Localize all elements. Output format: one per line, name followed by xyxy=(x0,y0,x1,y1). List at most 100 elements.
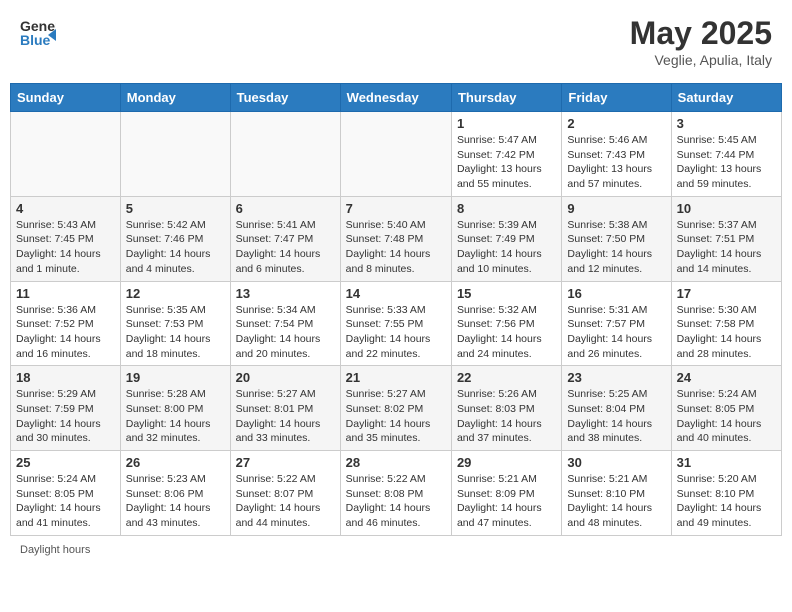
column-header-wednesday: Wednesday xyxy=(340,84,451,112)
day-number: 29 xyxy=(457,455,556,470)
calendar-cell: 10 Sunrise: 5:37 AM Sunset: 7:51 PM Dayli… xyxy=(671,196,781,281)
calendar-cell xyxy=(230,112,340,197)
day-number: 17 xyxy=(677,286,776,301)
calendar-cell: 24 Sunrise: 5:24 AM Sunset: 8:05 PM Dayli… xyxy=(671,366,781,451)
calendar-cell: 30 Sunrise: 5:21 AM Sunset: 8:10 PM Dayli… xyxy=(562,451,671,536)
day-number: 19 xyxy=(126,370,225,385)
calendar-cell: 3 Sunrise: 5:45 AM Sunset: 7:44 PM Daylig… xyxy=(671,112,781,197)
day-info: Sunrise: 5:25 AM Sunset: 8:04 PM Dayligh… xyxy=(567,387,665,446)
calendar-header-row: SundayMondayTuesdayWednesdayThursdayFrid… xyxy=(11,84,782,112)
day-number: 26 xyxy=(126,455,225,470)
column-header-tuesday: Tuesday xyxy=(230,84,340,112)
calendar-cell: 26Sunrise: 5:23 AM Sunset: 8:06 PM Dayli… xyxy=(120,451,230,536)
calendar-cell: 16Sunrise: 5:31 AM Sunset: 7:57 PM Dayli… xyxy=(562,281,671,366)
calendar-cell: 13Sunrise: 5:34 AM Sunset: 7:54 PM Dayli… xyxy=(230,281,340,366)
calendar-cell: 19 Sunrise: 5:28 AM Sunset: 8:00 PM Dayli… xyxy=(120,366,230,451)
day-number: 3 xyxy=(677,116,776,131)
day-info: Sunrise: 5:34 AM Sunset: 7:54 PM Dayligh… xyxy=(236,303,335,362)
day-info: Sunrise: 5:28 AM Sunset: 8:00 PM Dayligh… xyxy=(126,387,225,446)
day-number: 16 xyxy=(567,286,665,301)
day-number: 10 xyxy=(677,201,776,216)
svg-text:Blue: Blue xyxy=(20,32,51,48)
day-number: 11 xyxy=(16,286,115,301)
day-number: 4 xyxy=(16,201,115,216)
calendar-cell: 18 Sunrise: 5:29 AM Sunset: 7:59 PM Dayli… xyxy=(11,366,121,451)
logo-icon: General Blue xyxy=(20,15,56,56)
day-number: 23 xyxy=(567,370,665,385)
column-header-saturday: Saturday xyxy=(671,84,781,112)
column-header-monday: Monday xyxy=(120,84,230,112)
calendar-table: SundayMondayTuesdayWednesdayThursdayFrid… xyxy=(10,83,782,536)
column-header-sunday: Sunday xyxy=(11,84,121,112)
calendar-footer: Daylight hours xyxy=(10,542,782,558)
calendar-cell: 21 Sunrise: 5:27 AM Sunset: 8:02 PM Dayli… xyxy=(340,366,451,451)
day-number: 30 xyxy=(567,455,665,470)
day-number: 27 xyxy=(236,455,335,470)
calendar-cell: 31 Sunrise: 5:20 AM Sunset: 8:10 PM Dayli… xyxy=(671,451,781,536)
calendar-cell xyxy=(120,112,230,197)
day-info: Sunrise: 5:20 AM Sunset: 8:10 PM Dayligh… xyxy=(677,472,776,531)
day-info: Sunrise: 5:47 AM Sunset: 7:42 PM Dayligh… xyxy=(457,133,556,192)
day-info: Sunrise: 5:40 AM Sunset: 7:48 PM Dayligh… xyxy=(346,218,446,277)
day-info: Sunrise: 5:21 AM Sunset: 8:10 PM Dayligh… xyxy=(567,472,665,531)
calendar-cell xyxy=(340,112,451,197)
title-block: May 2025 Veglie, Apulia, Italy xyxy=(630,15,772,68)
calendar-cell xyxy=(11,112,121,197)
calendar-cell: 4 Sunrise: 5:43 AM Sunset: 7:45 PM Daylig… xyxy=(11,196,121,281)
day-info: Sunrise: 5:38 AM Sunset: 7:50 PM Dayligh… xyxy=(567,218,665,277)
day-number: 14 xyxy=(346,286,446,301)
day-info: Sunrise: 5:24 AM Sunset: 8:05 PM Dayligh… xyxy=(16,472,115,531)
calendar-cell: 2Sunrise: 5:46 AM Sunset: 7:43 PM Daylig… xyxy=(562,112,671,197)
column-header-friday: Friday xyxy=(562,84,671,112)
day-number: 20 xyxy=(236,370,335,385)
day-info: Sunrise: 5:36 AM Sunset: 7:52 PM Dayligh… xyxy=(16,303,115,362)
column-header-thursday: Thursday xyxy=(451,84,561,112)
day-number: 9 xyxy=(567,201,665,216)
day-info: Sunrise: 5:29 AM Sunset: 7:59 PM Dayligh… xyxy=(16,387,115,446)
calendar-cell: 22 Sunrise: 5:26 AM Sunset: 8:03 PM Dayli… xyxy=(451,366,561,451)
calendar-cell: 8Sunrise: 5:39 AM Sunset: 7:49 PM Daylig… xyxy=(451,196,561,281)
calendar-week-2: 4 Sunrise: 5:43 AM Sunset: 7:45 PM Daylig… xyxy=(11,196,782,281)
calendar-cell: 28Sunrise: 5:22 AM Sunset: 8:08 PM Dayli… xyxy=(340,451,451,536)
day-number: 15 xyxy=(457,286,556,301)
day-number: 22 xyxy=(457,370,556,385)
day-number: 24 xyxy=(677,370,776,385)
calendar-week-4: 18 Sunrise: 5:29 AM Sunset: 7:59 PM Dayli… xyxy=(11,366,782,451)
calendar-week-5: 25Sunrise: 5:24 AM Sunset: 8:05 PM Dayli… xyxy=(11,451,782,536)
day-info: Sunrise: 5:43 AM Sunset: 7:45 PM Dayligh… xyxy=(16,218,115,277)
calendar-cell: 5Sunrise: 5:42 AM Sunset: 7:46 PM Daylig… xyxy=(120,196,230,281)
day-number: 7 xyxy=(346,201,446,216)
calendar-cell: 20Sunrise: 5:27 AM Sunset: 8:01 PM Dayli… xyxy=(230,366,340,451)
day-number: 18 xyxy=(16,370,115,385)
calendar-week-3: 11 Sunrise: 5:36 AM Sunset: 7:52 PM Dayli… xyxy=(11,281,782,366)
day-info: Sunrise: 5:26 AM Sunset: 8:03 PM Dayligh… xyxy=(457,387,556,446)
day-info: Sunrise: 5:24 AM Sunset: 8:05 PM Dayligh… xyxy=(677,387,776,446)
calendar-cell: 9 Sunrise: 5:38 AM Sunset: 7:50 PM Daylig… xyxy=(562,196,671,281)
day-number: 1 xyxy=(457,116,556,131)
calendar-cell: 1 Sunrise: 5:47 AM Sunset: 7:42 PM Daylig… xyxy=(451,112,561,197)
day-info: Sunrise: 5:33 AM Sunset: 7:55 PM Dayligh… xyxy=(346,303,446,362)
calendar-cell: 7 Sunrise: 5:40 AM Sunset: 7:48 PM Daylig… xyxy=(340,196,451,281)
day-number: 31 xyxy=(677,455,776,470)
calendar-cell: 15 Sunrise: 5:32 AM Sunset: 7:56 PM Dayli… xyxy=(451,281,561,366)
day-info: Sunrise: 5:27 AM Sunset: 8:02 PM Dayligh… xyxy=(346,387,446,446)
day-info: Sunrise: 5:37 AM Sunset: 7:51 PM Dayligh… xyxy=(677,218,776,277)
page-header: General Blue May 2025 Veglie, Apulia, It… xyxy=(10,10,782,73)
day-info: Sunrise: 5:35 AM Sunset: 7:53 PM Dayligh… xyxy=(126,303,225,362)
day-info: Sunrise: 5:21 AM Sunset: 8:09 PM Dayligh… xyxy=(457,472,556,531)
calendar-cell: 29 Sunrise: 5:21 AM Sunset: 8:09 PM Dayli… xyxy=(451,451,561,536)
calendar-cell: 27Sunrise: 5:22 AM Sunset: 8:07 PM Dayli… xyxy=(230,451,340,536)
day-number: 2 xyxy=(567,116,665,131)
day-number: 12 xyxy=(126,286,225,301)
day-number: 21 xyxy=(346,370,446,385)
day-info: Sunrise: 5:30 AM Sunset: 7:58 PM Dayligh… xyxy=(677,303,776,362)
day-info: Sunrise: 5:45 AM Sunset: 7:44 PM Dayligh… xyxy=(677,133,776,192)
calendar-cell: 14 Sunrise: 5:33 AM Sunset: 7:55 PM Dayli… xyxy=(340,281,451,366)
calendar-cell: 6Sunrise: 5:41 AM Sunset: 7:47 PM Daylig… xyxy=(230,196,340,281)
day-info: Sunrise: 5:32 AM Sunset: 7:56 PM Dayligh… xyxy=(457,303,556,362)
day-info: Sunrise: 5:42 AM Sunset: 7:46 PM Dayligh… xyxy=(126,218,225,277)
calendar-cell: 17 Sunrise: 5:30 AM Sunset: 7:58 PM Dayli… xyxy=(671,281,781,366)
calendar-week-1: 1 Sunrise: 5:47 AM Sunset: 7:42 PM Daylig… xyxy=(11,112,782,197)
month-title: May 2025 xyxy=(630,15,772,52)
calendar-cell: 11 Sunrise: 5:36 AM Sunset: 7:52 PM Dayli… xyxy=(11,281,121,366)
